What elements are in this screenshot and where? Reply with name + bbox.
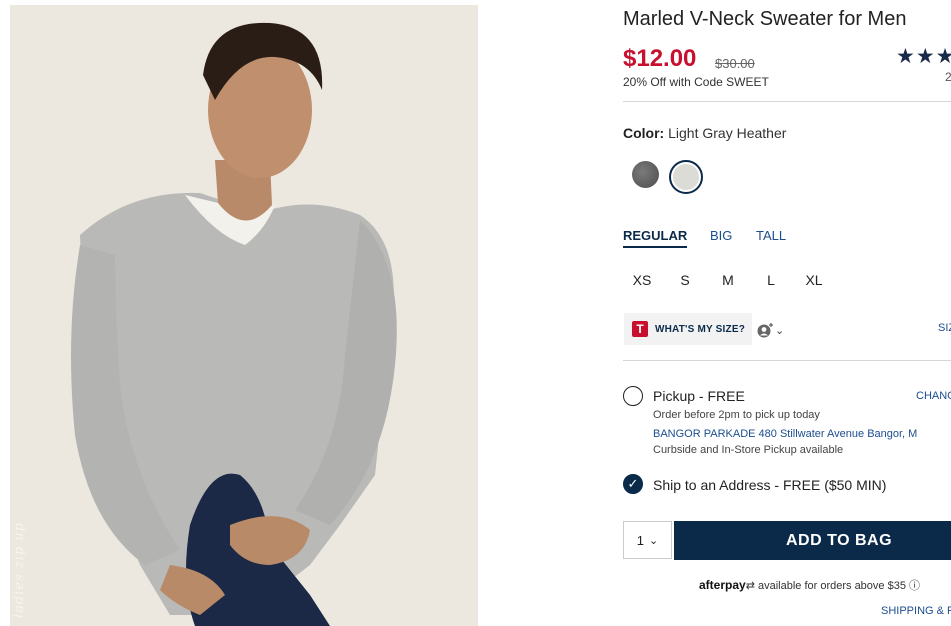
divider <box>623 360 951 361</box>
swatch-charcoal[interactable] <box>632 161 659 188</box>
size-xs[interactable]: XS <box>624 272 660 288</box>
whats-my-size-button[interactable]: T WHAT'S MY SIZE? <box>624 313 752 345</box>
color-label-prefix: Color: <box>623 125 665 141</box>
store-address[interactable]: BANGOR PARKADE 480 Stillwater Avenue Ban… <box>653 428 917 440</box>
size-m[interactable]: M <box>710 272 746 288</box>
add-to-bag-label: ADD TO BAG <box>786 532 893 549</box>
review-count[interactable]: 2 <box>945 70 951 84</box>
size-xl[interactable]: XL <box>796 272 832 288</box>
pickup-note: Order before 2pm to pick up today <box>653 409 820 421</box>
size-l[interactable]: L <box>753 272 789 288</box>
rating-stars[interactable]: ★★★ <box>896 44 951 69</box>
tab-regular[interactable]: REGULAR <box>623 228 688 248</box>
quantity-select[interactable]: 1 ⌄ <box>623 521 672 559</box>
product-image[interactable]: ladies zip up <box>10 5 478 626</box>
swatch-light-gray-heather[interactable] <box>669 160 703 194</box>
user-plus-icon <box>757 323 773 338</box>
image-watermark: ladies zip up <box>12 521 27 618</box>
size-chart-link[interactable]: SIZ <box>938 322 951 334</box>
size-s[interactable]: S <box>667 272 703 288</box>
promo-text: 20% Off with Code SWEET <box>623 75 769 89</box>
swatch-fill <box>673 164 699 190</box>
model-photo <box>10 5 478 626</box>
true-fit-logo-icon: T <box>632 321 648 337</box>
selected-color: Light Gray Heather <box>668 125 787 141</box>
curbside-note: Curbside and In-Store Pickup available <box>653 444 844 456</box>
change-store-link[interactable]: CHANG <box>916 390 951 402</box>
chevron-down-icon: ⌄ <box>775 325 785 337</box>
product-title: Marled V-Neck Sweater for Men <box>623 8 907 30</box>
tab-big[interactable]: BIG <box>710 228 732 243</box>
original-price: $30.00 <box>715 56 755 71</box>
afterpay-arrow-icon: ⇄ <box>745 580 755 592</box>
add-to-bag-button[interactable]: ADD TO BAG <box>674 521 951 560</box>
divider <box>623 101 951 102</box>
pickup-radio[interactable] <box>623 386 643 406</box>
color-label: Color: Light Gray Heather <box>623 125 786 141</box>
ship-radio[interactable]: ✓ <box>623 474 643 494</box>
chevron-down-icon: ⌄ <box>649 534 659 547</box>
sale-price: $12.00 <box>623 45 697 72</box>
quantity-value: 1 <box>636 532 644 548</box>
pickup-label: Pickup - FREE <box>653 388 745 404</box>
afterpay-info: afterpay⇄ available for orders above $35… <box>699 577 920 593</box>
user-profile-dropdown[interactable]: ⌄ <box>757 321 784 338</box>
afterpay-text: available for orders above $35 ⓘ <box>754 580 921 592</box>
whats-my-size-label: WHAT'S MY SIZE? <box>655 323 746 335</box>
product-details-panel: Marled V-Neck Sweater for Men $12.00 $30… <box>623 0 951 626</box>
ship-label: Ship to an Address - FREE ($50 MIN) <box>653 477 887 493</box>
tab-tall[interactable]: TALL <box>756 228 786 243</box>
shipping-returns-link[interactable]: SHIPPING & R <box>881 605 951 617</box>
afterpay-logo: afterpay <box>699 578 746 592</box>
